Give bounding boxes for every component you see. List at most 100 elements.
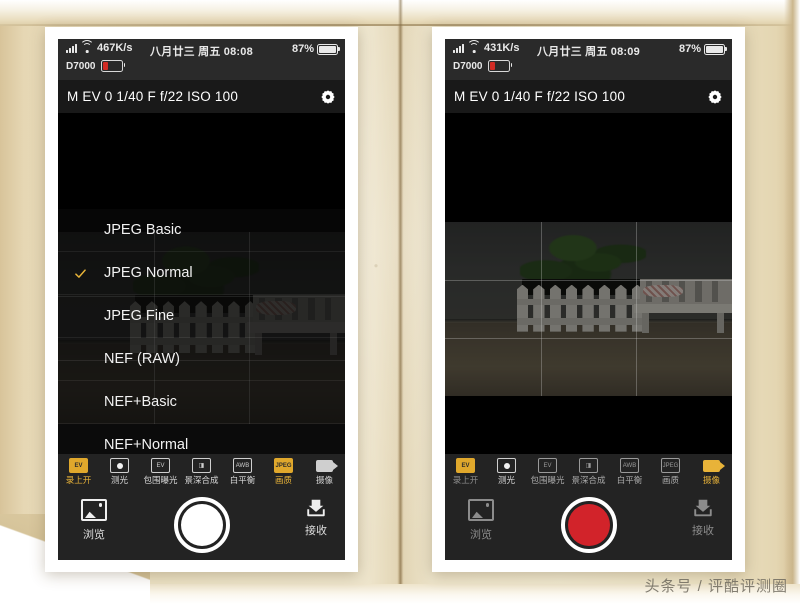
book-spine [398, 0, 403, 604]
status-bar-right: 431K/s 八月廿三 周五 08:09 87% D7000 [445, 39, 732, 80]
mode-item-ev[interactable]: EV 录上开 [58, 454, 99, 485]
phone-right-screen: 431K/s 八月廿三 周五 08:09 87% D7000 M EV 0 1/… [445, 39, 732, 560]
mode-item-video[interactable]: 摄像 [304, 454, 345, 485]
phone-left-screen: 467K/s 八月廿三 周五 08:08 87% D7000 M EV 0 1/… [58, 39, 345, 560]
mode-item-ev[interactable]: EV 录上开 [445, 454, 486, 485]
receive-button[interactable]: 接收 [692, 498, 714, 538]
watermark: 头条号 / 评酷评测圈 [644, 578, 788, 595]
dropdown-item[interactable]: NEF+Normal [58, 424, 345, 454]
phone-left: 467K/s 八月廿三 周五 08:08 87% D7000 M EV 0 1/… [45, 27, 358, 572]
status-bar-row-camera: D7000 [66, 60, 126, 72]
jpeg-quality-icon: JPEG [661, 458, 681, 473]
dropdown-item[interactable]: JPEG Basic [58, 209, 345, 252]
browse-button[interactable]: 浏览 [468, 499, 494, 542]
camera-model-label: D7000 [453, 60, 483, 72]
dropdown-item-selected[interactable]: JPEG Normal [58, 252, 345, 295]
image-icon [81, 499, 107, 521]
mode-item-focus-stack[interactable]: ◨ 景深合成 [181, 454, 222, 485]
mode-item-label: 测光 [497, 475, 515, 485]
mode-item-label: 摄像 [315, 475, 333, 485]
video-camera-icon [702, 458, 725, 473]
mode-item-label: 景深合成 [184, 475, 219, 485]
white-balance-icon: AWB [233, 458, 253, 473]
white-balance-icon: AWB [620, 458, 640, 473]
mode-item-quality[interactable]: JPEG 画质 [263, 454, 304, 485]
bracketing-icon: EV [538, 458, 558, 473]
status-time-label: 08:09 [610, 46, 640, 58]
battery-percent-label: 87% [291, 43, 314, 55]
mode-item-label: 景深合成 [571, 475, 606, 485]
dropdown-item[interactable]: JPEG Fine [58, 295, 345, 338]
action-bar-right: 浏览 接收 [445, 485, 732, 560]
receive-button[interactable]: 接收 [305, 498, 327, 538]
video-camera-icon [315, 458, 338, 473]
exposure-settings-label: M EV 0 1/40 F f/22 ISO 100 [454, 89, 626, 104]
exposure-settings-label: M EV 0 1/40 F f/22 ISO 100 [67, 89, 239, 104]
mode-item-label: 摄像 [702, 475, 720, 485]
mode-bar-left[interactable]: EV 录上开 测光 EV 包围曝光 ◨ 景深合成 AWB 白平衡 JPEG 画质… [58, 454, 345, 485]
gear-icon[interactable] [320, 89, 336, 105]
mode-item-bracketing[interactable]: EV 包围曝光 [527, 454, 568, 485]
book-right-page-edge [784, 0, 800, 604]
mode-item-label: 包围曝光 [143, 475, 178, 485]
camera-model-label: D7000 [66, 60, 96, 72]
download-tray-icon [305, 498, 327, 517]
mode-item-metering[interactable]: 测光 [99, 454, 140, 485]
jpeg-quality-icon: JPEG [274, 458, 294, 473]
image-quality-dropdown[interactable]: JPEG Basic JPEG Normal JPEG Fine NEF (RA… [58, 209, 345, 454]
status-weekday-label: 周五 [198, 46, 221, 58]
gear-icon[interactable] [707, 89, 723, 105]
mode-item-focus-stack[interactable]: ◨ 景深合成 [568, 454, 609, 485]
mode-bar-right[interactable]: EV 录上开 测光 EV 包围曝光 ◨ 景深合成 AWB 白平衡 JPEG 画质… [445, 454, 732, 485]
mode-item-bracketing[interactable]: EV 包围曝光 [140, 454, 181, 485]
battery-percent-label: 87% [678, 43, 701, 55]
ev-badge-icon: EV [69, 458, 89, 473]
browse-label: 浏览 [470, 529, 492, 541]
mode-item-quality[interactable]: JPEG 画质 [650, 454, 691, 485]
record-button[interactable] [560, 497, 617, 553]
download-tray-icon [692, 498, 714, 517]
receive-label: 接收 [305, 525, 327, 537]
mode-item-label: 包围曝光 [530, 475, 565, 485]
browse-button[interactable]: 浏览 [81, 499, 107, 542]
status-weekday-label: 周五 [585, 46, 608, 58]
mode-item-label: 白平衡 [229, 475, 256, 485]
dropdown-item-label: JPEG Fine [104, 308, 175, 324]
battery-icon [317, 43, 340, 55]
dropdown-item[interactable]: NEF+Basic [58, 381, 345, 424]
check-icon [75, 268, 86, 279]
browse-label: 浏览 [83, 529, 105, 541]
screenshot-stage: 467K/s 八月廿三 周五 08:08 87% D7000 M EV 0 1/… [0, 0, 800, 604]
status-right-group: 87% [678, 43, 727, 55]
dropdown-item-label: NEF+Normal [104, 437, 189, 453]
mode-item-video[interactable]: 摄像 [691, 454, 732, 485]
status-bar-row-camera: D7000 [453, 60, 513, 72]
focus-stack-icon: ◨ [192, 458, 212, 473]
status-right-group: 87% [291, 43, 340, 55]
mode-item-label: 录上开 [452, 475, 479, 485]
mode-item-label: 录上开 [65, 475, 92, 485]
camera-preview-left[interactable]: JPEG Basic JPEG Normal JPEG Fine NEF (RA… [58, 113, 345, 454]
mode-item-label: 测光 [110, 475, 128, 485]
record-core [567, 504, 610, 546]
ev-badge-icon: EV [456, 458, 476, 473]
mode-item-label: 画质 [661, 475, 679, 485]
exposure-bar-right: M EV 0 1/40 F f/22 ISO 100 [445, 80, 732, 113]
dropdown-item[interactable]: NEF (RAW) [58, 338, 345, 381]
mode-item-white-balance[interactable]: AWB 白平衡 [609, 454, 650, 485]
status-date-label: 八月廿三 [537, 46, 582, 58]
action-bar-left: 浏览 接收 [58, 485, 345, 560]
status-bar-row-primary: 431K/s 八月廿三 周五 08:09 87% [445, 39, 732, 59]
mode-item-white-balance[interactable]: AWB 白平衡 [222, 454, 263, 485]
metering-icon [110, 458, 130, 473]
camera-battery-low-icon [101, 60, 126, 72]
preview-photo [445, 222, 732, 396]
dropdown-item-label: NEF+Basic [104, 394, 177, 410]
mode-item-metering[interactable]: 测光 [486, 454, 527, 485]
phone-right: 431K/s 八月廿三 周五 08:09 87% D7000 M EV 0 1/… [432, 27, 745, 572]
exposure-bar-left: M EV 0 1/40 F f/22 ISO 100 [58, 80, 345, 113]
camera-preview-right[interactable] [445, 113, 732, 454]
shutter-button[interactable] [173, 497, 230, 553]
mode-item-label: 白平衡 [616, 475, 643, 485]
mode-item-label: 画质 [274, 475, 292, 485]
